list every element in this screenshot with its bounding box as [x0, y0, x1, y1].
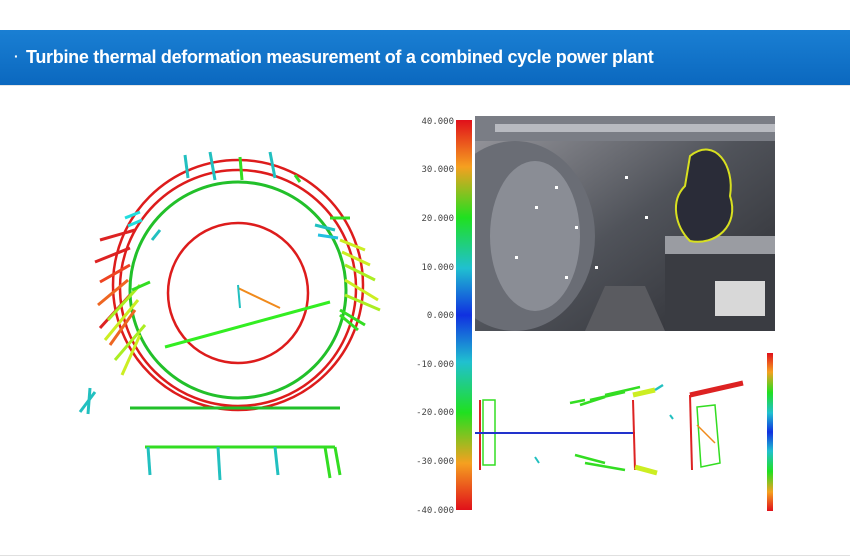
turbine-section-diagram: [78, 151, 381, 481]
color-scale: 40.000 30.000 20.000 10.000 0.000 -10.00…: [416, 117, 472, 516]
scale-label-7: -30.000: [416, 457, 454, 467]
scale-label-4: 0.000: [427, 311, 454, 321]
right-ticks: [314, 216, 381, 332]
section-title: Turbine thermal deformation measurement …: [26, 47, 654, 67]
bottom-frame: [145, 445, 342, 481]
turbine-photo: [475, 116, 775, 331]
scale-label-2: 20.000: [421, 214, 454, 224]
scale-label-6: -20.000: [416, 408, 454, 418]
side-view-diagram: [475, 353, 773, 511]
scale-label-8: -40.000: [416, 506, 454, 516]
scale-label-1: 30.000: [421, 165, 454, 175]
section-header: · Turbine thermal deformation measuremen…: [0, 30, 850, 86]
color-scale-bar: [456, 120, 472, 510]
radial-line: [237, 287, 281, 309]
scale-label-5: -10.000: [416, 360, 454, 370]
bottom-border: [0, 555, 850, 556]
header-bullet: ·: [14, 48, 19, 64]
chord-line: [164, 300, 331, 349]
bottom-left-tick-2: [86, 387, 92, 415]
scale-label-3: 10.000: [421, 263, 454, 273]
scale-label-0: 40.000: [421, 117, 454, 127]
